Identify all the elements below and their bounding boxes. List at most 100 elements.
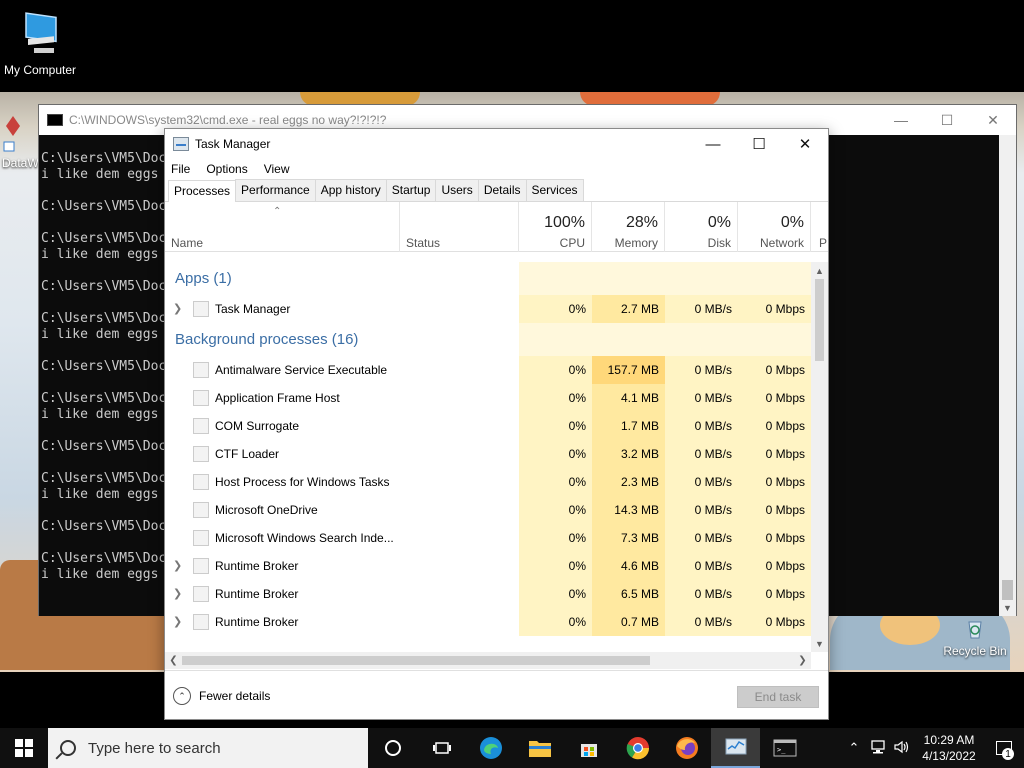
tab-startup[interactable]: Startup (385, 179, 437, 201)
process-name: Application Frame Host (215, 391, 340, 405)
maximize-button[interactable]: ☐ (736, 129, 782, 159)
menu-view[interactable]: View (264, 162, 290, 176)
taskbar-search-box[interactable]: Type here to search (48, 728, 368, 768)
volume-icon[interactable] (890, 740, 914, 757)
heat-cell (738, 262, 811, 295)
chevron-up-icon[interactable]: ⌃ (842, 740, 866, 756)
sort-up-icon: ⌃ (273, 206, 282, 217)
tab-performance[interactable]: Performance (235, 179, 316, 201)
process-icon (193, 502, 209, 518)
tab-services[interactable]: Services (525, 179, 584, 201)
menu-file[interactable]: File (171, 162, 190, 176)
network-icon[interactable] (866, 739, 890, 757)
process-disk: 0 MB/s (694, 615, 732, 629)
firefox-icon[interactable] (662, 728, 711, 768)
memory-total: 28% (625, 214, 658, 231)
desktop-icon-my-computer[interactable]: My Computer (0, 10, 80, 77)
scrollbar-thumb[interactable] (1002, 580, 1013, 600)
process-row[interactable]: COM Surrogate 0% 1.7 MB 0 MB/s 0 Mbps (165, 412, 811, 440)
column-header-network[interactable]: 0% Network (738, 202, 811, 252)
fewer-details-button[interactable]: ⌃ Fewer details (173, 687, 270, 705)
process-row[interactable]: Microsoft OneDrive 0% 14.3 MB 0 MB/s 0 Mbps (165, 496, 811, 524)
scroll-down-arrow-icon[interactable]: ▼ (811, 635, 828, 652)
store-icon[interactable] (564, 728, 613, 768)
maximize-button[interactable]: ☐ (924, 105, 970, 135)
cortana-icon[interactable] (368, 728, 417, 768)
process-row[interactable]: ❯ Task Manager 0% 2.7 MB 0 MB/s 0 Mbps (165, 295, 811, 323)
start-button[interactable] (0, 728, 48, 768)
scroll-down-arrow-icon[interactable]: ▼ (999, 599, 1016, 616)
process-name: CTF Loader (215, 447, 280, 461)
clock-time: 10:29 AM (923, 733, 975, 747)
process-row[interactable]: Host Process for Windows Tasks 0% 2.3 MB 0 … (165, 468, 811, 496)
menu-options[interactable]: Options (206, 162, 247, 176)
column-header-memory[interactable]: 28% Memory (592, 202, 665, 252)
chevron-up-icon: ⌃ (173, 687, 191, 705)
desktop-icon-recycle-bin[interactable]: Recycle Bin (935, 618, 1015, 658)
cmd-icon[interactable]: >_ (760, 728, 809, 768)
edge-icon[interactable] (466, 728, 515, 768)
task-manager-icon (173, 137, 189, 151)
taskbar: Type here to search >_ ⌃ 10:29 AM 4/13/2 (0, 728, 1024, 768)
task-view-icon[interactable] (417, 728, 466, 768)
tab-details[interactable]: Details (477, 179, 527, 201)
process-name: Host Process for Windows Tasks (215, 475, 390, 489)
scroll-right-arrow-icon[interactable]: ❯ (794, 652, 811, 669)
end-task-button[interactable]: End task (737, 686, 819, 708)
heat-cell (665, 262, 738, 295)
minimize-button[interactable]: — (878, 105, 924, 135)
chevron-right-icon[interactable]: ❯ (173, 552, 182, 580)
chevron-right-icon[interactable]: ❯ (173, 580, 182, 608)
tab-processes[interactable]: Processes (168, 180, 237, 202)
process-cpu: 0% (568, 503, 586, 517)
column-header-disk[interactable]: 0% Disk (665, 202, 738, 252)
close-button[interactable]: ✕ (782, 129, 828, 159)
action-center-button[interactable]: 1 (984, 728, 1024, 768)
process-row[interactable]: ❯ Runtime Broker 0% 4.6 MB 0 MB/s 0 Mbps (165, 552, 811, 580)
minimize-button[interactable]: — (690, 129, 736, 159)
horizontal-scrollbar[interactable]: ❮ ❯ (165, 652, 811, 669)
process-cpu: 0% (568, 391, 586, 405)
process-row[interactable]: ❯ Runtime Broker 0% 0.7 MB 0 MB/s 0 Mbps (165, 608, 811, 636)
scroll-left-arrow-icon[interactable]: ❮ (165, 652, 182, 669)
group-header-apps[interactable]: Apps (1) (165, 262, 811, 295)
process-row[interactable]: ❯ Runtime Broker 0% 6.5 MB 0 MB/s 0 Mbps (165, 580, 811, 608)
chevron-right-icon[interactable]: ❯ (173, 295, 182, 323)
process-row[interactable]: Antimalware Service Executable 0% 157.7 MB… (165, 356, 811, 384)
process-row[interactable]: Microsoft Windows Search Inde... 0% 7.3 MB… (165, 524, 811, 552)
process-row[interactable]: Application Frame Host 0% 4.1 MB 0 MB/s 0 Mb… (165, 384, 811, 412)
close-button[interactable]: ✕ (970, 105, 1016, 135)
cmd-scrollbar[interactable]: ▼ (999, 135, 1016, 616)
tab-users[interactable]: Users (435, 179, 479, 201)
vertical-scrollbar[interactable]: ▲ ▼ (811, 262, 828, 652)
column-header-cpu[interactable]: 100% CPU (519, 202, 592, 252)
column-header-status[interactable]: Status (400, 202, 519, 252)
column-header-power[interactable]: P (811, 202, 828, 252)
network-total: 0% (780, 214, 804, 231)
tab-app-history[interactable]: App history (314, 179, 387, 201)
scrollbar-thumb[interactable] (182, 656, 650, 665)
process-row[interactable]: CTF Loader 0% 3.2 MB 0 MB/s 0 Mbps (165, 440, 811, 468)
process-disk: 0 MB/s (694, 391, 732, 405)
task-manager-window[interactable]: Task Manager — ☐ ✕ File Options View Pro… (164, 128, 829, 720)
task-manager-icon[interactable] (711, 728, 760, 768)
file-explorer-icon[interactable] (515, 728, 564, 768)
process-icon (193, 558, 209, 574)
process-disk: 0 MB/s (694, 587, 732, 601)
column-header-name[interactable]: ⌃ Name (165, 202, 400, 252)
scroll-up-arrow-icon[interactable]: ▲ (811, 262, 828, 279)
process-disk: 0 MB/s (694, 447, 732, 461)
column-label: Name (171, 236, 204, 250)
process-icon (193, 390, 209, 406)
process-icon (193, 301, 209, 317)
scrollbar-thumb[interactable] (815, 279, 824, 361)
chevron-right-icon[interactable]: ❯ (173, 608, 182, 636)
process-list[interactable]: Apps (1) ❯ Task Manager 0% 2.7 MB 0 MB/s 0 Mbp… (165, 262, 811, 652)
clock[interactable]: 10:29 AM 4/13/2022 (914, 732, 984, 764)
desktop-icon-dataw[interactable]: DataW (2, 112, 39, 170)
process-name: Runtime Broker (215, 615, 299, 629)
desktop-icon-label: Recycle Bin (943, 644, 1007, 658)
chrome-icon[interactable] (613, 728, 662, 768)
group-header-background[interactable]: Background processes (16) (165, 323, 811, 356)
process-network: 0 Mbps (765, 419, 805, 433)
